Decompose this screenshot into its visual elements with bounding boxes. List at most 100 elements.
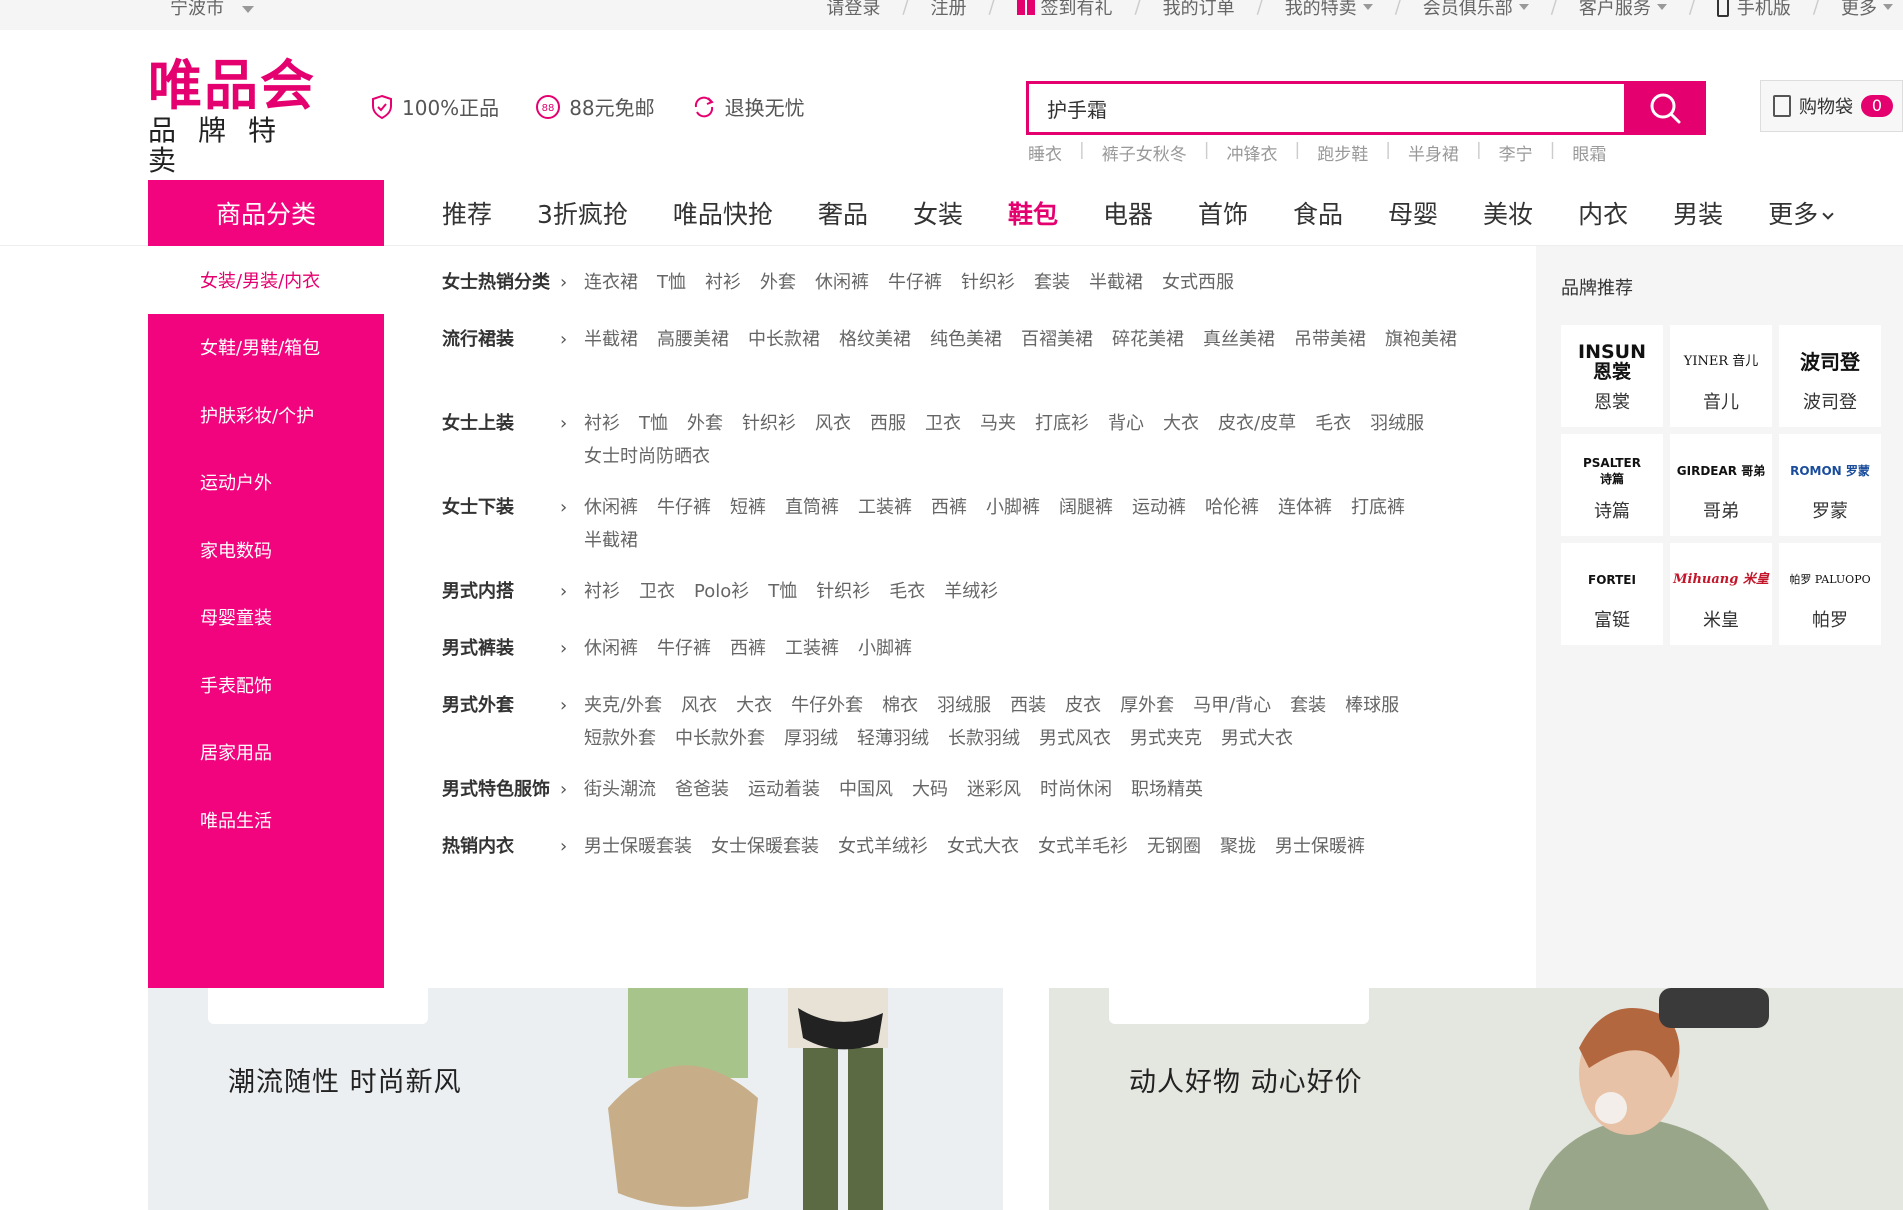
brand-tile[interactable]: YINER 音儿 音儿 bbox=[1670, 325, 1772, 427]
subcategory-link[interactable]: 大衣 bbox=[1163, 407, 1199, 440]
promo-banner-left[interactable]: 潮流随性 时尚新风 bbox=[148, 988, 1003, 1210]
subcategory-link[interactable]: 牛仔外套 bbox=[791, 689, 863, 722]
subcategory-link[interactable]: 套装 bbox=[1034, 266, 1070, 299]
more-menu[interactable]: 更多 bbox=[1841, 0, 1893, 20]
my-sale-menu[interactable]: 我的特卖 bbox=[1285, 0, 1373, 20]
subcategory-link[interactable]: 大衣 bbox=[736, 689, 772, 722]
subcategory-link[interactable]: Polo衫 bbox=[694, 575, 749, 608]
subcategory-title[interactable]: 男式裤装 bbox=[442, 632, 560, 665]
subcategory-link[interactable]: 女式羊毛衫 bbox=[1038, 830, 1128, 863]
subcategory-link[interactable]: 男式夹克 bbox=[1130, 722, 1202, 755]
hotword-link[interactable]: 睡衣 bbox=[1028, 140, 1062, 165]
nav-item-shoes-bags[interactable]: 鞋包 bbox=[1008, 195, 1058, 231]
subcategory-link[interactable]: 百褶美裙 bbox=[1021, 323, 1093, 356]
subcategory-link[interactable]: 风衣 bbox=[815, 407, 851, 440]
subcategory-link[interactable]: 羊绒衫 bbox=[944, 575, 998, 608]
checkin-link[interactable]: 签到有礼 bbox=[1016, 0, 1113, 20]
subcategory-link[interactable]: 牛仔裤 bbox=[888, 266, 942, 299]
subcategory-link[interactable]: 打底裤 bbox=[1351, 491, 1405, 524]
subcategory-link[interactable]: 中长款外套 bbox=[675, 722, 765, 755]
subcategory-link[interactable]: T恤 bbox=[657, 266, 686, 299]
promo-banner-right[interactable]: 动人好物 动心好价 bbox=[1049, 988, 1903, 1210]
subcategory-link[interactable]: 纯色美裙 bbox=[930, 323, 1002, 356]
subcategory-link[interactable]: T恤 bbox=[639, 407, 668, 440]
subcategory-link[interactable]: 吊带美裙 bbox=[1294, 323, 1366, 356]
sidebar-item-apparel[interactable]: 女装/男装/内衣 bbox=[148, 246, 384, 314]
brand-tile[interactable]: GIRDEAR 哥弟 哥弟 bbox=[1670, 434, 1772, 536]
nav-item-30-off[interactable]: 3折疯抢 bbox=[537, 195, 628, 231]
hotword-link[interactable]: 冲锋衣 bbox=[1226, 140, 1277, 165]
nav-item-baby[interactable]: 母婴 bbox=[1388, 195, 1438, 231]
brand-tile[interactable]: FORTEI 富铤 bbox=[1561, 543, 1663, 645]
subcategory-link[interactable]: 男式风衣 bbox=[1039, 722, 1111, 755]
brand-tile[interactable]: 帕罗 PALUOPO 帕罗 bbox=[1779, 543, 1881, 645]
sidebar-item-shoes-bags[interactable]: 女鞋/男鞋/箱包 bbox=[148, 314, 384, 382]
subcategory-link[interactable]: 中长款裙 bbox=[748, 323, 820, 356]
hotword-link[interactable]: 跑步鞋 bbox=[1317, 140, 1368, 165]
subcategory-link[interactable]: 女士保暖套装 bbox=[711, 830, 819, 863]
brand-tile[interactable]: ROMON 罗蒙 罗蒙 bbox=[1779, 434, 1881, 536]
nav-item-womens[interactable]: 女装 bbox=[913, 195, 963, 231]
subcategory-link[interactable]: 迷彩风 bbox=[967, 773, 1021, 806]
subcategory-link[interactable]: 外套 bbox=[760, 266, 796, 299]
subcategory-link[interactable]: 针织衫 bbox=[742, 407, 796, 440]
subcategory-link[interactable]: 休闲裤 bbox=[584, 632, 638, 665]
subcategory-link[interactable]: 女式大衣 bbox=[947, 830, 1019, 863]
subcategory-link[interactable]: 工装裤 bbox=[858, 491, 912, 524]
subcategory-link[interactable]: 羽绒服 bbox=[937, 689, 991, 722]
subcategory-link[interactable]: 无钢圈 bbox=[1147, 830, 1201, 863]
subcategory-title[interactable]: 男式特色服饰 bbox=[442, 773, 560, 806]
nav-item-jewelry[interactable]: 首饰 bbox=[1198, 195, 1248, 231]
subcategory-link[interactable]: 针织衫 bbox=[816, 575, 870, 608]
subcategory-link[interactable]: 小脚裤 bbox=[858, 632, 912, 665]
subcategory-link[interactable]: 大码 bbox=[912, 773, 948, 806]
subcategory-link[interactable]: 针织衫 bbox=[961, 266, 1015, 299]
subcategory-link[interactable]: 夹克/外套 bbox=[584, 689, 662, 722]
subcategory-link[interactable]: 爸爸装 bbox=[675, 773, 729, 806]
subcategory-link[interactable]: 半截裙 bbox=[584, 323, 638, 356]
subcategory-link[interactable]: 西裤 bbox=[931, 491, 967, 524]
brand-tile[interactable]: 波司登 波司登 bbox=[1779, 325, 1881, 427]
brand-tile[interactable]: Mihuang 米皇 米皇 bbox=[1670, 543, 1772, 645]
subcategory-link[interactable]: 中国风 bbox=[839, 773, 893, 806]
subcategory-link[interactable]: 风衣 bbox=[681, 689, 717, 722]
subcategory-link[interactable]: 牛仔裤 bbox=[657, 491, 711, 524]
subcategory-title[interactable]: 男式内搭 bbox=[442, 575, 560, 608]
member-club-menu[interactable]: 会员俱乐部 bbox=[1423, 0, 1529, 20]
subcategory-link[interactable]: 打底衫 bbox=[1035, 407, 1089, 440]
sidebar-item-life[interactable]: 唯品生活 bbox=[148, 786, 384, 854]
sidebar-item-sports[interactable]: 运动户外 bbox=[148, 449, 384, 517]
subcategory-link[interactable]: 皮衣 bbox=[1065, 689, 1101, 722]
subcategory-link[interactable]: 运动裤 bbox=[1132, 491, 1186, 524]
subcategory-link[interactable]: 聚拢 bbox=[1220, 830, 1256, 863]
subcategory-link[interactable]: 长款羽绒 bbox=[948, 722, 1020, 755]
sidebar-item-watches[interactable]: 手表配饰 bbox=[148, 651, 384, 719]
hotword-link[interactable]: 李宁 bbox=[1499, 140, 1533, 165]
subcategory-link[interactable]: 女式西服 bbox=[1162, 266, 1234, 299]
hotword-link[interactable]: 眼霜 bbox=[1572, 140, 1606, 165]
subcategory-title[interactable]: 女士下装 bbox=[442, 491, 560, 557]
nav-item-more[interactable]: 更多 bbox=[1768, 195, 1834, 231]
sidebar-item-home[interactable]: 居家用品 bbox=[148, 719, 384, 787]
subcategory-title[interactable]: 男式外套 bbox=[442, 689, 560, 755]
subcategory-link[interactable]: 半截裙 bbox=[1089, 266, 1143, 299]
subcategory-link[interactable]: 马夹 bbox=[980, 407, 1016, 440]
subcategory-link[interactable]: 连衣裙 bbox=[584, 266, 638, 299]
category-menu-tab[interactable]: 商品分类 bbox=[148, 180, 384, 246]
login-link[interactable]: 请登录 bbox=[826, 0, 880, 20]
subcategory-link[interactable]: 西装 bbox=[1010, 689, 1046, 722]
subcategory-link[interactable]: 女士时尚防晒衣 bbox=[584, 440, 710, 473]
sidebar-item-baby-kids[interactable]: 母婴童装 bbox=[148, 584, 384, 652]
sidebar-item-electronics[interactable]: 家电数码 bbox=[148, 516, 384, 584]
subcategory-link[interactable]: 休闲裤 bbox=[584, 491, 638, 524]
shopping-bag-button[interactable]: 购物袋 0 bbox=[1760, 80, 1903, 132]
subcategory-link[interactable]: 直筒裤 bbox=[785, 491, 839, 524]
subcategory-link[interactable]: 卫衣 bbox=[925, 407, 961, 440]
city-selector[interactable]: 宁波市 bbox=[170, 0, 254, 20]
my-orders-link[interactable]: 我的订单 bbox=[1163, 0, 1235, 20]
subcategory-link[interactable]: 牛仔裤 bbox=[657, 632, 711, 665]
subcategory-link[interactable]: 马甲/背心 bbox=[1193, 689, 1271, 722]
subcategory-link[interactable]: 厚外套 bbox=[1120, 689, 1174, 722]
nav-item-appliances[interactable]: 电器 bbox=[1103, 195, 1153, 231]
subcategory-link[interactable]: 格纹美裙 bbox=[839, 323, 911, 356]
